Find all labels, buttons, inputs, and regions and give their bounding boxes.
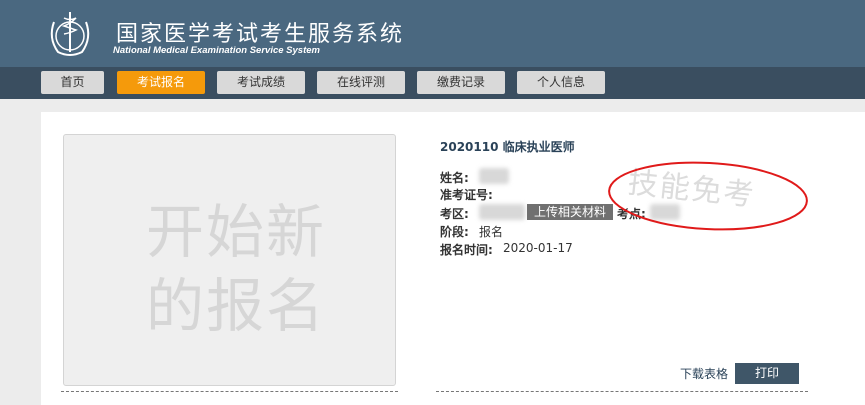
registration-date-label: 报名时间: — [440, 243, 493, 257]
main-nav: 首页 考试报名 考试成绩 在线评测 缴费记录 个人信息 — [0, 67, 865, 99]
stage-label: 阶段: — [440, 225, 469, 239]
divider — [61, 391, 398, 392]
start-new-registration-button[interactable]: 开始新的报名 — [63, 134, 396, 386]
red-circle-annotation — [608, 161, 808, 231]
nav-online-assessment[interactable]: 在线评测 — [317, 71, 405, 94]
exam-area-label: 考区: — [440, 207, 469, 221]
main-content: 开始新的报名 2020110 临床执业医师 姓名: 准考证号: 考区: 上传相关… — [41, 112, 865, 405]
exam-area-value-redacted — [479, 204, 525, 220]
download-form-link[interactable]: 下载表格 — [680, 365, 728, 382]
nav-payment-records[interactable]: 缴费记录 — [417, 71, 505, 94]
nav-home[interactable]: 首页 — [41, 71, 104, 94]
nav-personal-info[interactable]: 个人信息 — [517, 71, 605, 94]
site-subtitle: National Medical Examination Service Sys… — [113, 45, 320, 56]
print-button[interactable]: 打印 — [735, 363, 799, 384]
stage-value: 报名 — [479, 225, 504, 239]
app-header: 国家医学考试考生服务系统 National Medical Examinatio… — [0, 0, 865, 67]
name-label: 姓名: — [440, 171, 469, 185]
nav-exam-scores[interactable]: 考试成绩 — [217, 71, 305, 94]
divider — [436, 391, 808, 392]
registration-date-value: 2020-01-17 — [503, 241, 573, 255]
upload-materials-button[interactable]: 上传相关材料 — [527, 204, 613, 220]
site-title: 国家医学考试考生服务系统 — [116, 22, 405, 47]
name-value-redacted — [479, 168, 509, 184]
nav-exam-registration[interactable]: 考试报名 — [117, 71, 205, 94]
start-new-registration-label: 开始新的报名 — [146, 198, 327, 340]
medical-emblem-icon — [50, 12, 90, 56]
ticket-number-label: 准考证号: — [440, 188, 493, 202]
exam-title: 2020110 临床执业医师 — [440, 140, 575, 154]
